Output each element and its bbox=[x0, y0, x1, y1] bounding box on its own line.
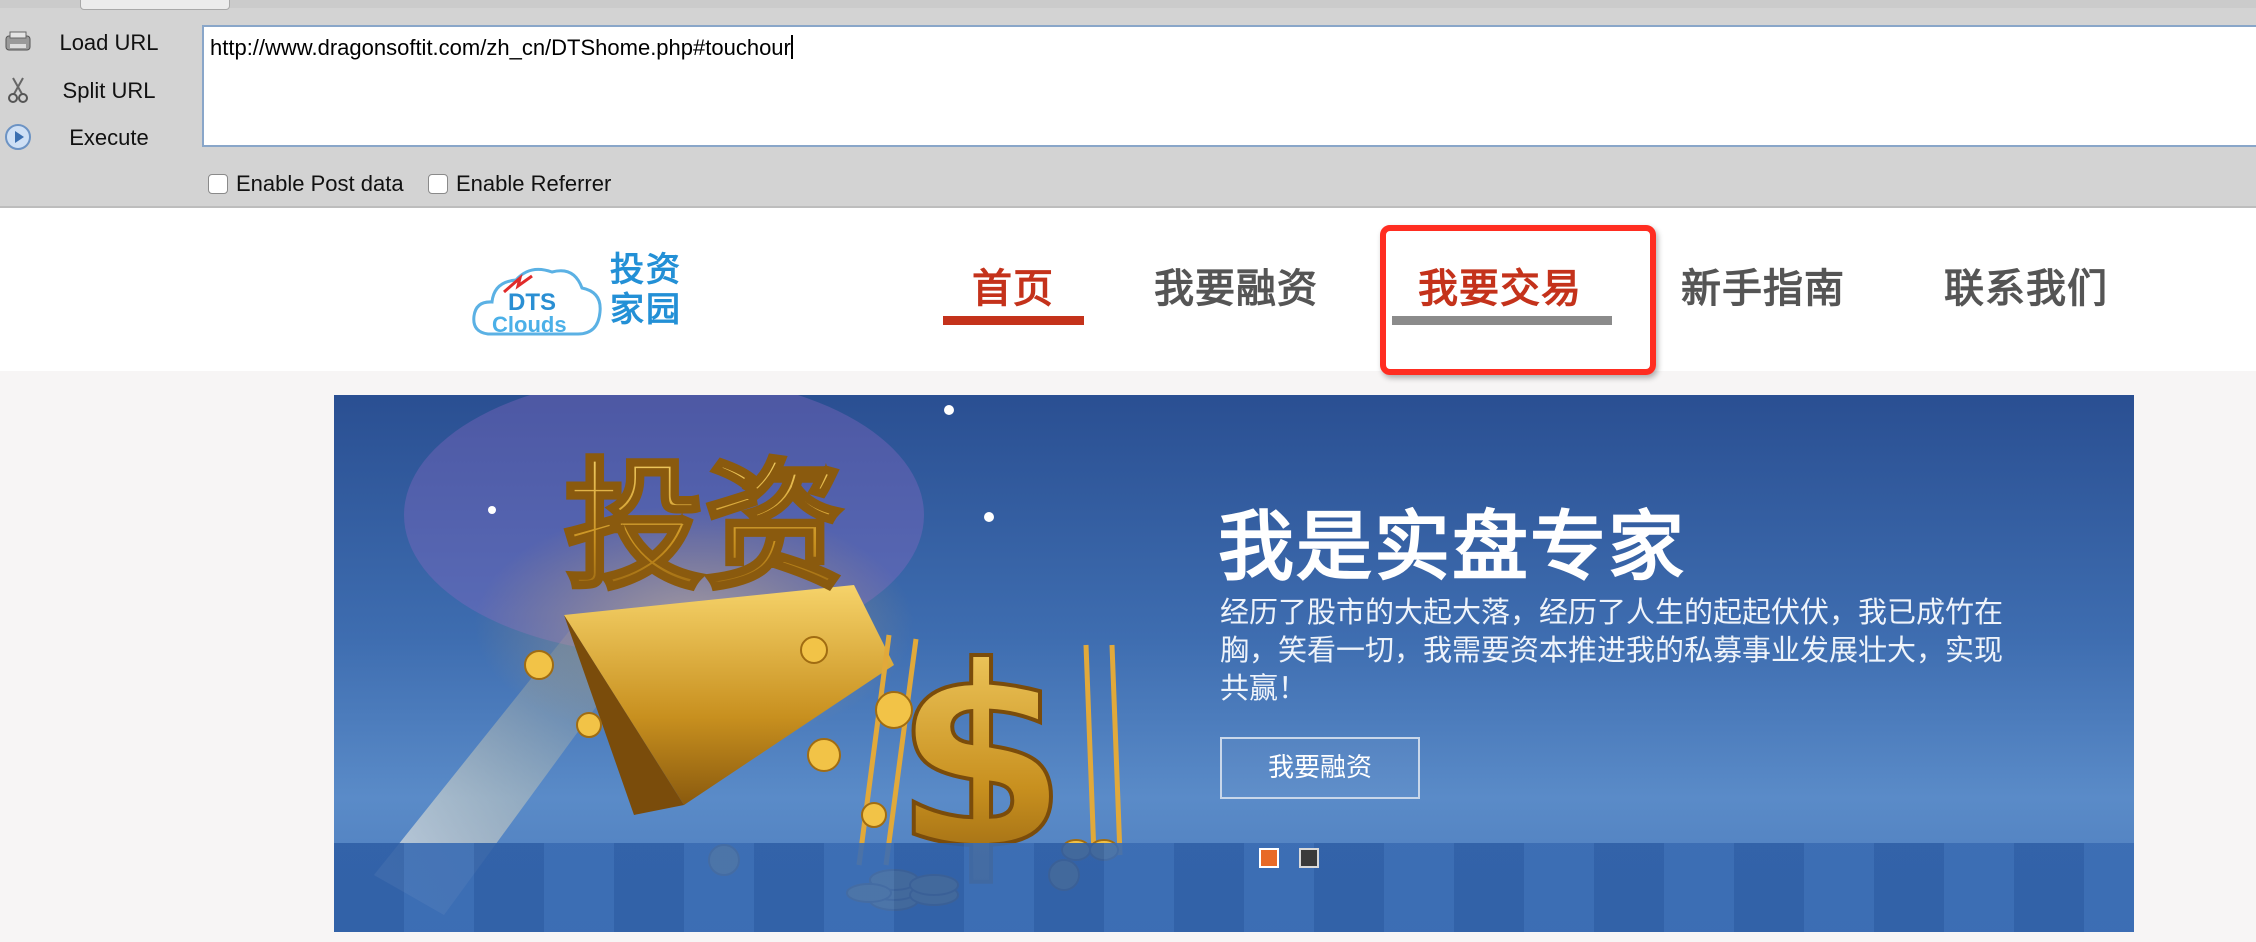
enable-post-label: Enable Post data bbox=[236, 171, 404, 196]
play-icon bbox=[5, 124, 31, 150]
toolbar-top-strip bbox=[0, 0, 2256, 8]
execute-button[interactable]: Execute bbox=[0, 115, 200, 159]
cloud-logo-icon: DTS Clouds bbox=[472, 267, 602, 337]
nav-home-underline bbox=[943, 316, 1084, 325]
checkbox-icon[interactable] bbox=[428, 174, 448, 194]
banner-description: 经历了股市的大起大落，经历了人生的起起伏伏，我已成竹在胸，笑看一切，我需要资本推… bbox=[1220, 595, 2004, 705]
split-url-button[interactable]: Split URL bbox=[0, 68, 200, 112]
scissors-icon bbox=[8, 77, 28, 103]
carousel-dot-active[interactable] bbox=[1259, 848, 1279, 868]
annotation-highlight-box bbox=[1380, 225, 1656, 375]
site-header: DTS Clouds 投资 家园 首页 我要融资 我要交易 新手指南 联系我们 bbox=[0, 208, 2256, 371]
toolbar-top-button[interactable] bbox=[80, 0, 230, 10]
logo-text: 投资 家园 bbox=[610, 250, 690, 330]
logo-brand-bottom: Clouds bbox=[492, 312, 567, 337]
text-caret bbox=[790, 35, 793, 59]
load-url-button[interactable]: Load URL bbox=[0, 20, 200, 64]
banner-floor bbox=[334, 843, 2134, 932]
split-url-label: Split URL bbox=[62, 78, 156, 103]
load-url-label: Load URL bbox=[59, 30, 159, 55]
execute-label: Execute bbox=[69, 125, 149, 150]
logo-text-top: 投资 bbox=[610, 250, 682, 290]
url-input[interactable]: http://www.dragonsoftit.com/zh_cn/DTShom… bbox=[202, 25, 2256, 147]
banner-art-text: 投资 bbox=[564, 446, 844, 609]
enable-referrer-checkbox[interactable]: Enable Referrer bbox=[428, 171, 611, 197]
logo-text-bottom: 家园 bbox=[610, 290, 682, 330]
nav-contact-us[interactable]: 联系我们 bbox=[1944, 256, 2108, 314]
site-logo[interactable]: DTS Clouds 投资 家园 bbox=[470, 246, 690, 341]
enable-post-checkbox[interactable]: Enable Post data bbox=[208, 171, 404, 197]
hero-banner[interactable]: 投资 $ 我是实盘专家 经历了股市的大起大落，经历了人生的起起伏伏，我已成竹在胸… bbox=[334, 395, 2134, 932]
banner-title: 我是实盘专家 bbox=[1218, 502, 1686, 591]
financing-button[interactable]: 我要融资 bbox=[1220, 737, 1420, 799]
checkbox-icon[interactable] bbox=[208, 174, 228, 194]
nav-financing[interactable]: 我要融资 bbox=[1154, 256, 1318, 314]
url-text: http://www.dragonsoftit.com/zh_cn/DTShom… bbox=[210, 35, 791, 60]
enable-referrer-label: Enable Referrer bbox=[456, 171, 612, 196]
nav-home[interactable]: 首页 bbox=[972, 256, 1054, 314]
load-url-icon bbox=[5, 31, 31, 51]
carousel-dot[interactable] bbox=[1299, 848, 1319, 868]
nav-beginner-guide[interactable]: 新手指南 bbox=[1681, 256, 1845, 314]
hackbar-toolbar: Load URL Split URL Execute http://www.dr… bbox=[0, 0, 2256, 208]
